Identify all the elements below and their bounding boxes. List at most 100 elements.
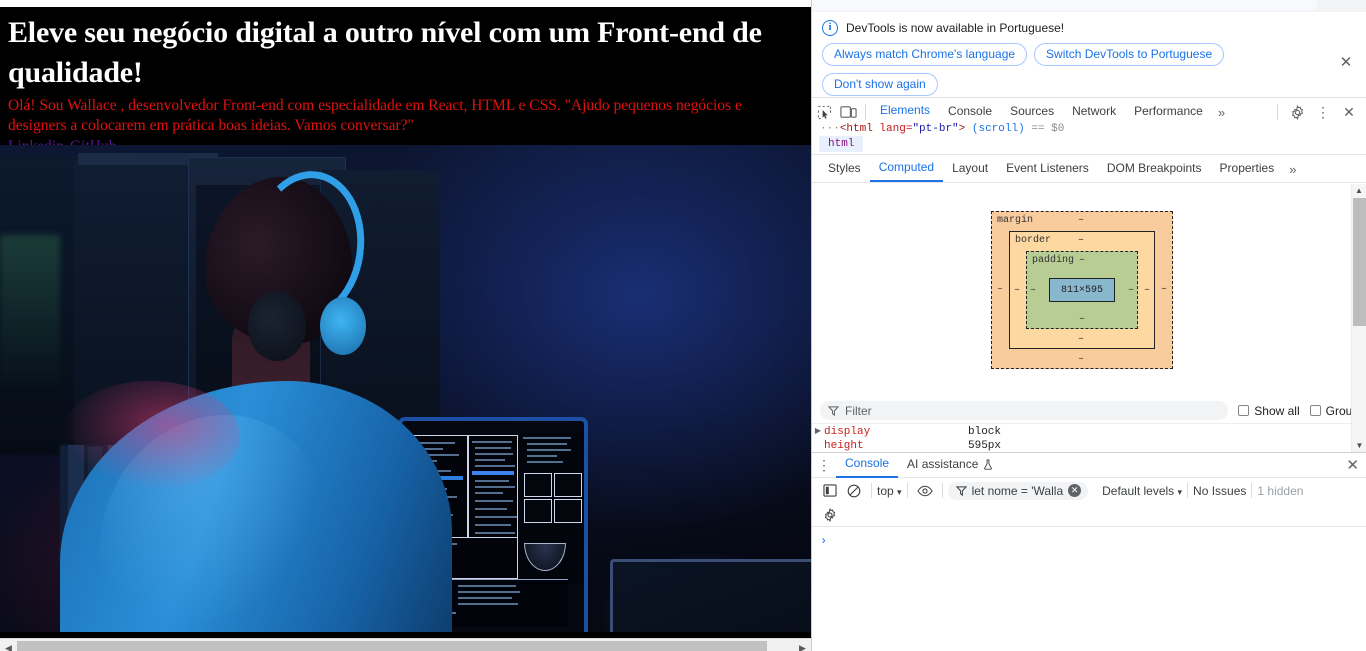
console-context-label: top (877, 483, 894, 498)
drawer-kebab-icon[interactable]: ⋮ (812, 454, 836, 476)
console-context-selector[interactable]: top ▾ (877, 484, 902, 498)
padding-right-value[interactable]: – (1128, 285, 1134, 296)
padding-left-value[interactable]: – (1030, 285, 1036, 296)
console-prompt-caret-icon: › (820, 534, 828, 548)
page-title: Eleve seu negócio digital a outro nível … (8, 16, 762, 89)
box-model-margin[interactable]: margin – – – – border – – – – padding – (991, 211, 1173, 369)
padding-bottom-value[interactable]: – (1079, 314, 1085, 325)
show-all-checkbox[interactable] (1238, 405, 1250, 416)
computed-filter-input[interactable]: Filter (820, 401, 1229, 420)
devtools-top-edge (812, 0, 1366, 12)
clear-console-icon[interactable] (842, 480, 866, 502)
expand-arrow-icon[interactable]: ▶ (812, 425, 824, 439)
console-hidden-count[interactable]: 1 hidden (1257, 484, 1303, 498)
border-bottom-value[interactable]: – (1078, 334, 1084, 345)
computed-filter-placeholder: Filter (845, 403, 872, 418)
chevron-down-icon: ▾ (1177, 486, 1183, 497)
border-right-value[interactable]: – (1144, 285, 1150, 296)
photo-monitor-tree (468, 435, 518, 540)
hero-photo (0, 145, 811, 632)
computed-properties-list: ▶ display block height 595px (812, 425, 1352, 452)
tab-computed[interactable]: Computed (869, 156, 944, 182)
console-toolbar-divider (1251, 483, 1253, 498)
margin-top-value[interactable]: – (1078, 215, 1084, 226)
photo-pink-glow (60, 381, 240, 491)
switch-devtools-language-button[interactable]: Switch DevTools to Portuguese (1034, 43, 1225, 66)
tab-performance[interactable]: Performance (1125, 100, 1212, 124)
toolbar-divider (865, 104, 866, 120)
tab-console[interactable]: Console (939, 100, 1001, 124)
computed-property-row[interactable]: ▶ display block (812, 425, 1352, 439)
console-prompt-row[interactable]: › (812, 528, 1366, 548)
scroll-up-arrow-icon[interactable]: ▲ (1352, 184, 1366, 197)
border-left-value[interactable]: – (1014, 285, 1020, 296)
always-match-language-button[interactable]: Always match Chrome's language (822, 43, 1028, 66)
breadcrumb-item-html[interactable]: html (819, 136, 864, 152)
devtools-top-edge-round (812, 0, 1317, 11)
box-model-margin-label: margin (997, 215, 1034, 226)
console-filter-chip[interactable]: let nome = 'Walla ✕ (947, 481, 1089, 500)
photo-chart-cell (554, 473, 582, 497)
computed-pane-scrollbar[interactable]: ▲ ▼ (1351, 184, 1366, 452)
box-model-border[interactable]: border – – – – padding – – – – 811×595 (1009, 231, 1155, 349)
padding-top-value[interactable]: – (1079, 255, 1085, 266)
toolbar-divider (1277, 104, 1278, 120)
margin-left-value[interactable]: – (997, 284, 1003, 295)
console-levels-selector[interactable]: Default levels ▾ (1102, 484, 1182, 498)
tab-styles[interactable]: Styles (819, 157, 870, 181)
margin-right-value[interactable]: – (1161, 284, 1167, 295)
tab-event-listeners[interactable]: Event Listeners (997, 157, 1098, 181)
tab-properties[interactable]: Properties (1211, 157, 1284, 181)
drawer-tab-ai-label: AI assistance (907, 457, 979, 471)
tab-sources[interactable]: Sources (1001, 100, 1063, 124)
computed-scrollbar-thumb[interactable] (1353, 198, 1366, 326)
console-output-area[interactable]: › (812, 528, 1366, 651)
kebab-menu-icon[interactable]: ⋮ (1311, 101, 1335, 123)
group-checkbox[interactable] (1309, 405, 1321, 416)
scroll-right-glyph: ▶ (799, 643, 806, 651)
gear-icon[interactable] (1285, 101, 1309, 123)
page-horizontal-scrollbar[interactable]: ◀ ▶ (0, 638, 811, 651)
box-model-content-size[interactable]: 811×595 (1049, 278, 1115, 302)
infobar-buttons: Always match Chrome's language Switch De… (822, 43, 1302, 96)
console-levels-label: Default levels (1102, 483, 1175, 498)
tab-network[interactable]: Network (1063, 100, 1125, 124)
devtools-close-icon[interactable]: ✕ (1337, 101, 1361, 123)
computed-property-row[interactable]: height 595px (812, 439, 1352, 452)
tab-dom-breakpoints[interactable]: DOM Breakpoints (1098, 157, 1211, 181)
scroll-down-arrow-icon[interactable]: ▼ (1352, 439, 1366, 452)
drawer-tab-console[interactable]: Console (836, 452, 899, 478)
sidebar-more-chevron-icon[interactable]: » (1283, 162, 1302, 177)
scroll-left-arrow-icon[interactable]: ◀ (0, 640, 17, 651)
computed-property-value: 595px (968, 440, 1002, 452)
show-all-checkbox-row[interactable]: Show all (1238, 403, 1300, 418)
sidebar-tabstrip: Styles Computed Layout Event Listeners D… (812, 156, 1366, 183)
console-settings-gear-icon[interactable] (818, 504, 842, 526)
console-sidebar-icon[interactable] (818, 480, 842, 502)
border-top-value[interactable]: – (1078, 235, 1084, 246)
infobar-close-icon[interactable]: ✕ (1337, 54, 1355, 72)
drawer-close-icon[interactable]: ✕ (1346, 456, 1366, 474)
show-all-label: Show all (1254, 403, 1300, 418)
inspect-element-icon[interactable] (812, 101, 836, 123)
tab-layout[interactable]: Layout (943, 157, 997, 181)
infobar-message: DevTools is now available in Portuguese! (846, 21, 1065, 35)
more-tabs-chevron-icon[interactable]: » (1212, 105, 1231, 120)
box-model-diagram: margin – – – – border – – – – padding – (812, 184, 1352, 396)
devtools-tabstrip: Elements Console Sources Network Perform… (812, 99, 1366, 126)
margin-bottom-value[interactable]: – (1078, 354, 1084, 365)
filter-icon (828, 405, 839, 416)
scrollbar-track[interactable] (17, 640, 794, 651)
scroll-right-arrow-icon[interactable]: ▶ (794, 640, 811, 651)
box-model-border-label: border (1015, 235, 1052, 246)
live-expression-eye-icon[interactable] (913, 480, 937, 502)
scrollbar-thumb[interactable] (17, 640, 767, 651)
box-model-padding[interactable]: padding – – – – 811×595 (1026, 251, 1138, 329)
device-toolbar-icon[interactable] (836, 101, 860, 123)
drawer-tab-ai-assistance[interactable]: AI assistance (898, 453, 1002, 477)
tab-elements[interactable]: Elements (871, 99, 940, 125)
console-issues-status[interactable]: No Issues (1193, 484, 1246, 498)
computed-filter-row: Filter Show all Group (812, 398, 1366, 424)
dont-show-again-button[interactable]: Don't show again (822, 73, 938, 96)
console-filter-clear-icon[interactable]: ✕ (1068, 484, 1082, 497)
